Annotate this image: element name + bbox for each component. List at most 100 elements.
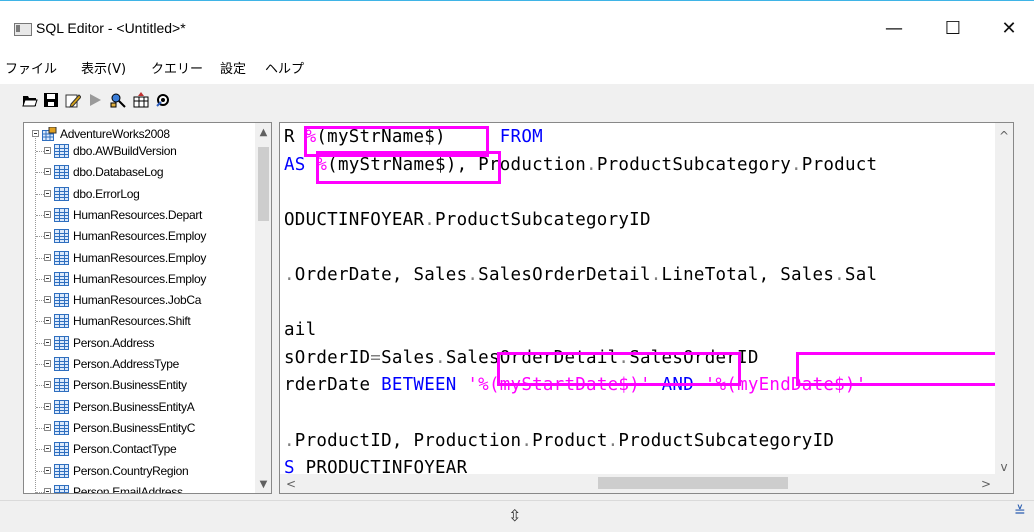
- menu-settings[interactable]: 設定: [220, 58, 246, 77]
- tree-item[interactable]: Person.CountryRegion: [24, 463, 254, 480]
- expand-panel-icon[interactable]: ≚: [1014, 504, 1026, 520]
- editor-vertical-scrollbar[interactable]: [995, 123, 1013, 475]
- expand-icon[interactable]: [44, 466, 51, 474]
- tree-item[interactable]: dbo.DatabaseLog: [24, 164, 254, 181]
- code-token: OrderDate, Sales: [294, 265, 468, 285]
- table-icon: [54, 420, 69, 435]
- save-icon[interactable]: [43, 92, 59, 108]
- tree-item-label: Person.AddressType: [73, 357, 179, 371]
- tree-branch-line: [36, 151, 44, 152]
- tree-root[interactable]: AdventureWorks2008: [24, 126, 254, 143]
- code-token: ODUCTINFOYEAR: [284, 209, 425, 230]
- tree-branch-line: [36, 214, 44, 216]
- tree-item[interactable]: Person.BusinessEntityC: [24, 420, 254, 437]
- tree-scroll-up-icon[interactable]: ▲: [255, 124, 271, 141]
- tree-root-label: AdventureWorks2008: [60, 127, 170, 141]
- editor-scroll-left-icon[interactable]: <: [282, 475, 300, 493]
- tree-item[interactable]: Person.ContactType: [24, 441, 254, 458]
- editor-scroll-right-icon[interactable]: >: [977, 475, 995, 493]
- table-icon: [54, 484, 69, 493]
- code-token: .: [284, 265, 295, 285]
- tree-item[interactable]: Person.AddressType: [24, 356, 254, 373]
- tree-item[interactable]: HumanResources.JobCa: [24, 292, 254, 309]
- expand-icon[interactable]: [44, 487, 51, 493]
- tree-item-label: HumanResources.JobCa: [73, 293, 202, 308]
- expand-icon[interactable]: [44, 445, 51, 453]
- code-token: Product: [532, 430, 608, 451]
- menu-file[interactable]: ファイル: [5, 58, 57, 77]
- tree-branch-line: [36, 491, 44, 493]
- minimize-button[interactable]: —: [872, 14, 916, 44]
- edit-query-icon[interactable]: [65, 92, 81, 108]
- open-folder-icon[interactable]: [22, 92, 38, 108]
- expand-icon[interactable]: [44, 147, 51, 154]
- table-insert-icon[interactable]: [133, 92, 149, 108]
- expand-icon[interactable]: [44, 253, 51, 261]
- expand-icon[interactable]: [44, 210, 51, 218]
- tree-item[interactable]: HumanResources.Depart: [24, 207, 254, 224]
- code-token: AS: [284, 154, 306, 175]
- tree-item[interactable]: dbo.AWBuildVersion: [24, 143, 254, 160]
- add-connection-icon[interactable]: [110, 92, 126, 108]
- code-token: ProductID, Production: [294, 430, 522, 451]
- run-icon[interactable]: [87, 92, 103, 108]
- expand-icon[interactable]: [44, 402, 51, 410]
- table-icon: [54, 250, 69, 265]
- code-token: .: [650, 265, 662, 285]
- expand-icon[interactable]: [44, 360, 51, 367]
- editor-horizontal-scrollbar[interactable]: < >: [280, 474, 1013, 493]
- sql-code-editor[interactable]: R %(myStrName$) FROM AS %(myStrName$), Pr…: [279, 122, 1014, 494]
- tree-item[interactable]: HumanResources.Employ: [24, 228, 254, 245]
- expand-icon[interactable]: [44, 317, 51, 325]
- code-token: rderDate: [284, 375, 382, 396]
- expand-icon[interactable]: [44, 232, 51, 240]
- tree-item[interactable]: HumanResources.Shift: [24, 313, 254, 330]
- tree-scroll-down-icon[interactable]: ▼: [255, 476, 271, 493]
- settings-icon[interactable]: [155, 92, 171, 108]
- code-line: .ProductID, Production.Product.ProductSu…: [284, 431, 834, 451]
- table-icon: [54, 293, 69, 308]
- expand-icon[interactable]: [44, 423, 51, 431]
- tree-item[interactable]: Person.BusinessEntity: [24, 377, 254, 394]
- expand-icon[interactable]: [44, 168, 51, 176]
- table-icon: [54, 442, 69, 457]
- menu-view[interactable]: 表示(V): [81, 58, 126, 77]
- table-icon: [54, 144, 69, 158]
- expand-icon[interactable]: [44, 381, 51, 389]
- table-icon: [54, 314, 69, 329]
- code-token: .: [834, 265, 845, 285]
- editor-scroll-up-icon[interactable]: ^: [995, 127, 1013, 145]
- tree-branch-line: [36, 321, 44, 323]
- menu-query[interactable]: クエリー: [151, 58, 203, 77]
- menu-help[interactable]: ヘルプ: [265, 58, 304, 77]
- collapse-icon[interactable]: [32, 130, 39, 137]
- tree-item[interactable]: HumanResources.Employ: [24, 250, 254, 267]
- tree-item-label: Person.BusinessEntityC: [73, 420, 196, 435]
- tree-item-label: Person.EmailAddress: [73, 484, 183, 494]
- tree-item[interactable]: Person.BusinessEntityA: [24, 399, 254, 416]
- expand-icon[interactable]: [44, 274, 51, 282]
- table-tree-panel[interactable]: AdventureWorks2008 dbo.AWBuildVersion dbo…: [23, 122, 272, 494]
- expand-icon[interactable]: [44, 189, 51, 197]
- expand-icon[interactable]: [44, 338, 51, 346]
- expand-icon[interactable]: [44, 296, 51, 304]
- tree-item-label: Person.CountryRegion: [73, 463, 189, 478]
- tree-item[interactable]: Person.Address: [24, 335, 254, 352]
- code-token: ProductSubcategoryID: [618, 430, 835, 451]
- tree-branch-line: [36, 257, 44, 259]
- maximize-button[interactable]: ☐: [931, 14, 975, 44]
- tree-item[interactable]: dbo.ErrorLog: [24, 186, 254, 203]
- pane-splitter[interactable]: [274, 122, 278, 494]
- editor-horizontal-thumb[interactable]: [598, 477, 788, 489]
- tree-scroll-thumb[interactable]: [258, 147, 269, 221]
- code-token: R: [284, 127, 306, 147]
- close-button[interactable]: ✕: [987, 14, 1031, 44]
- splitter-grip-icon[interactable]: ⇳: [508, 506, 521, 525]
- tree-item[interactable]: HumanResources.Employ: [24, 271, 254, 288]
- tree-item[interactable]: Person.EmailAddress: [24, 484, 254, 494]
- tree-item-label: Person.BusinessEntityA: [73, 399, 195, 414]
- tree-item-label: Person.BusinessEntity: [73, 378, 187, 393]
- placeholder-highlight-box: [497, 352, 741, 386]
- title-bar[interactable]: SQL Editor - <Untitled>* — ☐ ✕: [0, 6, 1034, 52]
